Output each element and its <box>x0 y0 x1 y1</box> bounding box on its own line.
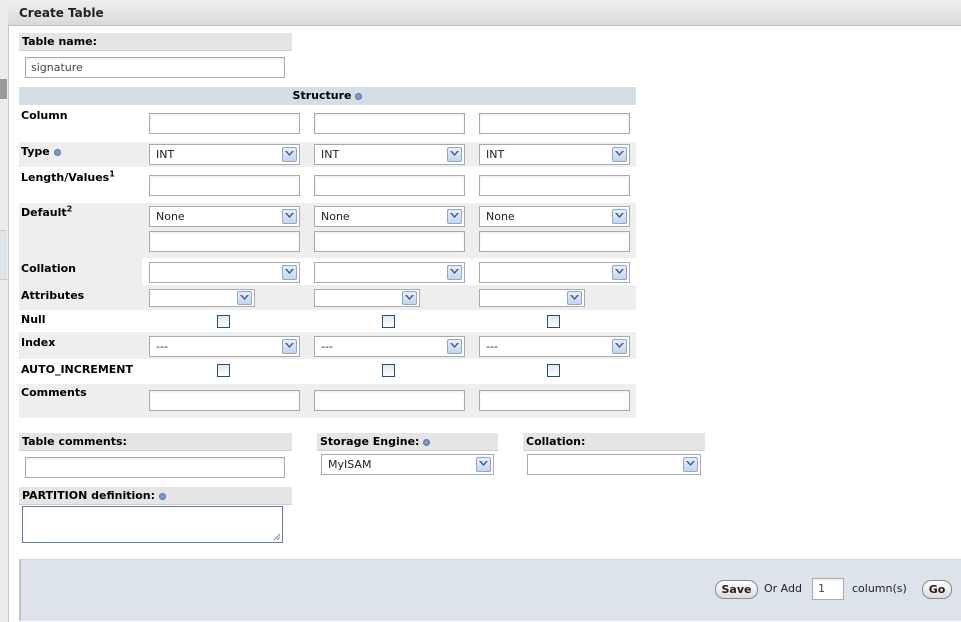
column-name-input[interactable] <box>314 113 465 134</box>
chevron-down-icon <box>282 265 297 280</box>
partition-textarea[interactable] <box>22 506 283 543</box>
chevron-down-icon <box>447 209 462 224</box>
structure-header: Structure <box>19 87 636 105</box>
label-length-text: Length/Values <box>21 171 110 184</box>
background-page-edge <box>0 0 9 622</box>
column-collation-select[interactable] <box>314 262 465 283</box>
help-icon[interactable] <box>423 439 431 446</box>
chevron-down-icon <box>476 457 491 472</box>
column-auto-increment-checkbox[interactable] <box>382 364 395 377</box>
background-panel <box>0 230 7 280</box>
chevron-down-icon <box>282 147 297 162</box>
help-icon[interactable] <box>159 493 167 500</box>
go-button[interactable]: Go <box>922 580 952 599</box>
partition-label: PARTITION definition: <box>19 487 292 505</box>
column-comments-input[interactable] <box>314 390 465 411</box>
column-default-select[interactable]: None <box>314 206 465 227</box>
label-collation: Collation <box>21 262 77 275</box>
column-auto-increment-checkbox[interactable] <box>217 364 230 377</box>
chevron-down-icon <box>282 339 297 354</box>
collation-label: Collation: <box>523 433 705 451</box>
column-index-select[interactable]: --- <box>149 336 300 357</box>
label-default: Default2 <box>21 204 73 219</box>
column-default-select[interactable]: None <box>149 206 300 227</box>
chevron-down-icon <box>567 291 582 305</box>
chevron-down-icon <box>237 291 252 305</box>
column-null-checkbox[interactable] <box>217 315 230 328</box>
chevron-down-icon <box>612 339 627 354</box>
column-comments-input[interactable] <box>479 390 630 411</box>
column-comments-input[interactable] <box>149 390 300 411</box>
column-attributes-select[interactable] <box>149 289 255 307</box>
chevron-down-icon <box>402 291 417 305</box>
chevron-down-icon <box>612 265 627 280</box>
row-null <box>19 310 636 332</box>
storage-engine-select[interactable]: MyISAM <box>321 454 494 475</box>
structure-header-label: Structure <box>292 89 352 102</box>
table-name-input[interactable]: signature <box>25 57 285 78</box>
table-comments-label: Table comments: <box>19 433 292 451</box>
footnote-marker: 1 <box>109 169 115 179</box>
column-length-input[interactable] <box>479 175 630 196</box>
help-icon[interactable] <box>355 93 363 100</box>
column-name-input[interactable] <box>479 113 630 134</box>
chevron-down-icon <box>683 457 698 472</box>
background-tab <box>0 79 7 99</box>
table-name-label: Table name: <box>19 33 292 51</box>
column-auto-increment-checkbox[interactable] <box>547 364 560 377</box>
label-default-text: Default <box>21 206 67 219</box>
table-collation-select[interactable] <box>527 454 701 475</box>
save-button[interactable]: Save <box>715 580 758 599</box>
chevron-down-icon <box>612 147 627 162</box>
label-null: Null <box>21 313 46 326</box>
column-default-value-input[interactable] <box>149 231 300 252</box>
chevron-down-icon <box>447 265 462 280</box>
label-auto-increment: AUTO_INCREMENT <box>21 363 133 376</box>
add-columns-count-input[interactable]: 1 <box>812 578 844 600</box>
column-name-input[interactable] <box>149 113 300 134</box>
column-attributes-select[interactable] <box>479 289 585 307</box>
label-comments: Comments <box>21 386 87 399</box>
or-add-label: Or Add <box>764 582 802 595</box>
columns-suffix-label: column(s) <box>852 582 907 595</box>
label-attributes: Attributes <box>21 289 85 302</box>
column-length-input[interactable] <box>314 175 465 196</box>
label-length-values: Length/Values1 <box>21 169 115 184</box>
help-icon[interactable] <box>53 149 61 156</box>
label-type-text: Type <box>21 145 50 158</box>
column-type-select[interactable]: INT <box>314 144 465 165</box>
chevron-down-icon <box>447 147 462 162</box>
chevron-down-icon <box>612 209 627 224</box>
label-type: Type <box>21 145 61 158</box>
chevron-down-icon <box>282 209 297 224</box>
storage-engine-label-text: Storage Engine: <box>320 435 420 448</box>
column-default-value-input[interactable] <box>479 231 630 252</box>
column-attributes-select[interactable] <box>314 289 420 307</box>
chevron-down-icon <box>447 339 462 354</box>
column-type-select[interactable]: INT <box>479 144 630 165</box>
column-index-select[interactable]: --- <box>479 336 630 357</box>
dialog-title: Create Table <box>8 0 961 26</box>
column-length-input[interactable] <box>149 175 300 196</box>
storage-engine-label: Storage Engine: <box>317 433 498 451</box>
partition-label-text: PARTITION definition: <box>22 489 156 502</box>
label-column: Column <box>21 109 68 122</box>
footnote-marker: 2 <box>66 204 73 214</box>
column-collation-select[interactable] <box>479 262 630 283</box>
table-comments-input[interactable] <box>25 457 285 478</box>
column-null-checkbox[interactable] <box>382 315 395 328</box>
label-index: Index <box>21 336 56 349</box>
column-type-select[interactable]: INT <box>149 144 300 165</box>
column-default-select[interactable]: None <box>479 206 630 227</box>
column-collation-select[interactable] <box>149 262 300 283</box>
column-default-value-input[interactable] <box>314 231 465 252</box>
column-index-select[interactable]: --- <box>314 336 465 357</box>
resize-grip-icon[interactable] <box>273 533 281 541</box>
column-null-checkbox[interactable] <box>547 315 560 328</box>
